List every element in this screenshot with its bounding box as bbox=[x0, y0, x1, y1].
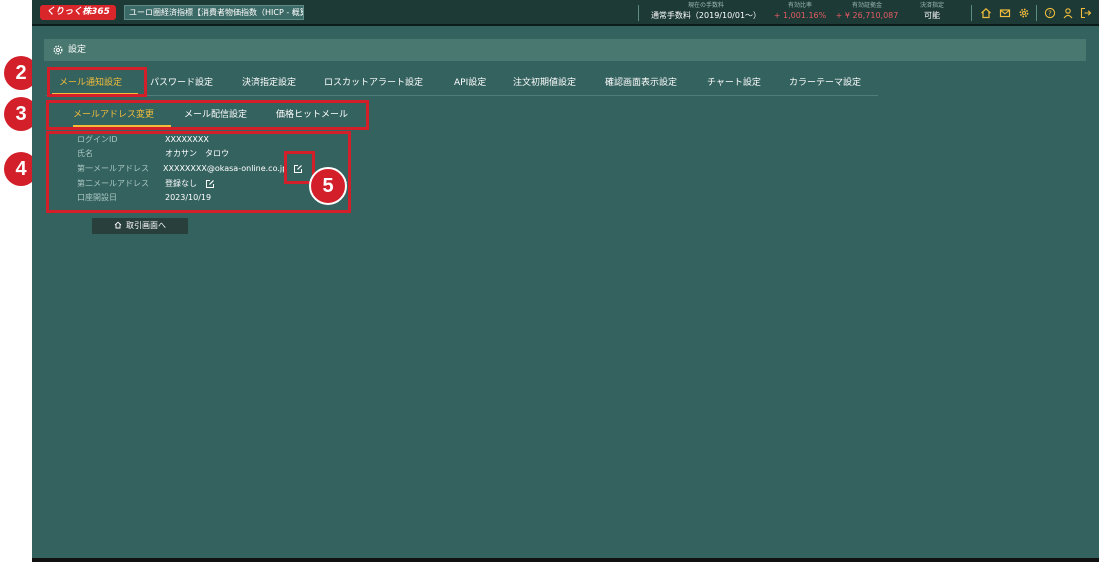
back-to-trading-button[interactable]: 取引画面へ bbox=[92, 218, 188, 234]
effective-margin-value: + ¥ 26,710,087 bbox=[835, 11, 899, 20]
effective-margin-label: 有効証拠金 bbox=[851, 2, 882, 9]
effective-margin-stat: 有効証拠金 + ¥ 26,710,087 bbox=[832, 2, 902, 22]
help-icon[interactable]: ? bbox=[1044, 7, 1056, 19]
tab-chart[interactable]: チャート設定 bbox=[707, 72, 761, 94]
current-fee-value: 通常手数料（2019/10/01〜） bbox=[650, 11, 762, 20]
home-icon[interactable] bbox=[980, 7, 992, 19]
tab-losscut-alert[interactable]: ロスカットアラート設定 bbox=[324, 72, 423, 94]
margin-ratio-value: + 1,001.16% bbox=[773, 11, 827, 20]
tab-api[interactable]: API設定 bbox=[454, 72, 486, 94]
mail-icon[interactable] bbox=[999, 7, 1011, 19]
divider bbox=[971, 5, 972, 21]
home-icon bbox=[114, 221, 122, 229]
divider bbox=[1036, 5, 1037, 21]
settings-gear-icon bbox=[53, 45, 63, 55]
svg-text:?: ? bbox=[1048, 10, 1052, 18]
tab-settlement[interactable]: 決済指定設定 bbox=[242, 72, 296, 94]
tabs-divider bbox=[46, 95, 878, 96]
divider bbox=[638, 5, 639, 21]
back-to-trading-label: 取引画面へ bbox=[126, 221, 166, 230]
tab-confirm-screen[interactable]: 確認画面表示設定 bbox=[605, 72, 677, 94]
tab-color-theme[interactable]: カラーテーマ設定 bbox=[789, 72, 861, 94]
user-icon[interactable] bbox=[1062, 7, 1074, 19]
settings-header: 設定 bbox=[44, 39, 1086, 61]
settlement-label: 決済指定 bbox=[919, 2, 944, 9]
brand-logo[interactable]: くりっく株365 bbox=[40, 5, 116, 20]
callout-box-tabs bbox=[47, 67, 147, 97]
current-fee-stat: 現在の手数料 通常手数料（2019/10/01〜） bbox=[646, 2, 766, 22]
current-fee-label: 現在の手数料 bbox=[687, 2, 724, 9]
margin-ratio-stat: 有効比率 + 1,001.16% bbox=[770, 2, 830, 22]
callout-5: 5 bbox=[309, 167, 347, 205]
tab-order-defaults[interactable]: 注文初期値設定 bbox=[513, 72, 576, 94]
callout-box-subtabs bbox=[46, 100, 369, 130]
instrument-selector[interactable]: ユーロ圏経済指標【消費者物価指数（HICP - 概算... bbox=[124, 5, 304, 20]
logout-icon[interactable] bbox=[1080, 7, 1092, 19]
settlement-value: 可能 bbox=[924, 11, 940, 20]
margin-ratio-label: 有効比率 bbox=[787, 2, 812, 9]
settings-title: 設定 bbox=[68, 45, 87, 55]
gear-icon[interactable] bbox=[1018, 7, 1030, 19]
settlement-stat: 決済指定 可能 bbox=[912, 2, 952, 22]
app-window: くりっく株365 ユーロ圏経済指標【消費者物価指数（HICP - 概算... 現… bbox=[32, 0, 1099, 562]
tab-password[interactable]: パスワード設定 bbox=[150, 72, 213, 94]
top-bar: くりっく株365 ユーロ圏経済指標【消費者物価指数（HICP - 概算... 現… bbox=[32, 0, 1099, 26]
